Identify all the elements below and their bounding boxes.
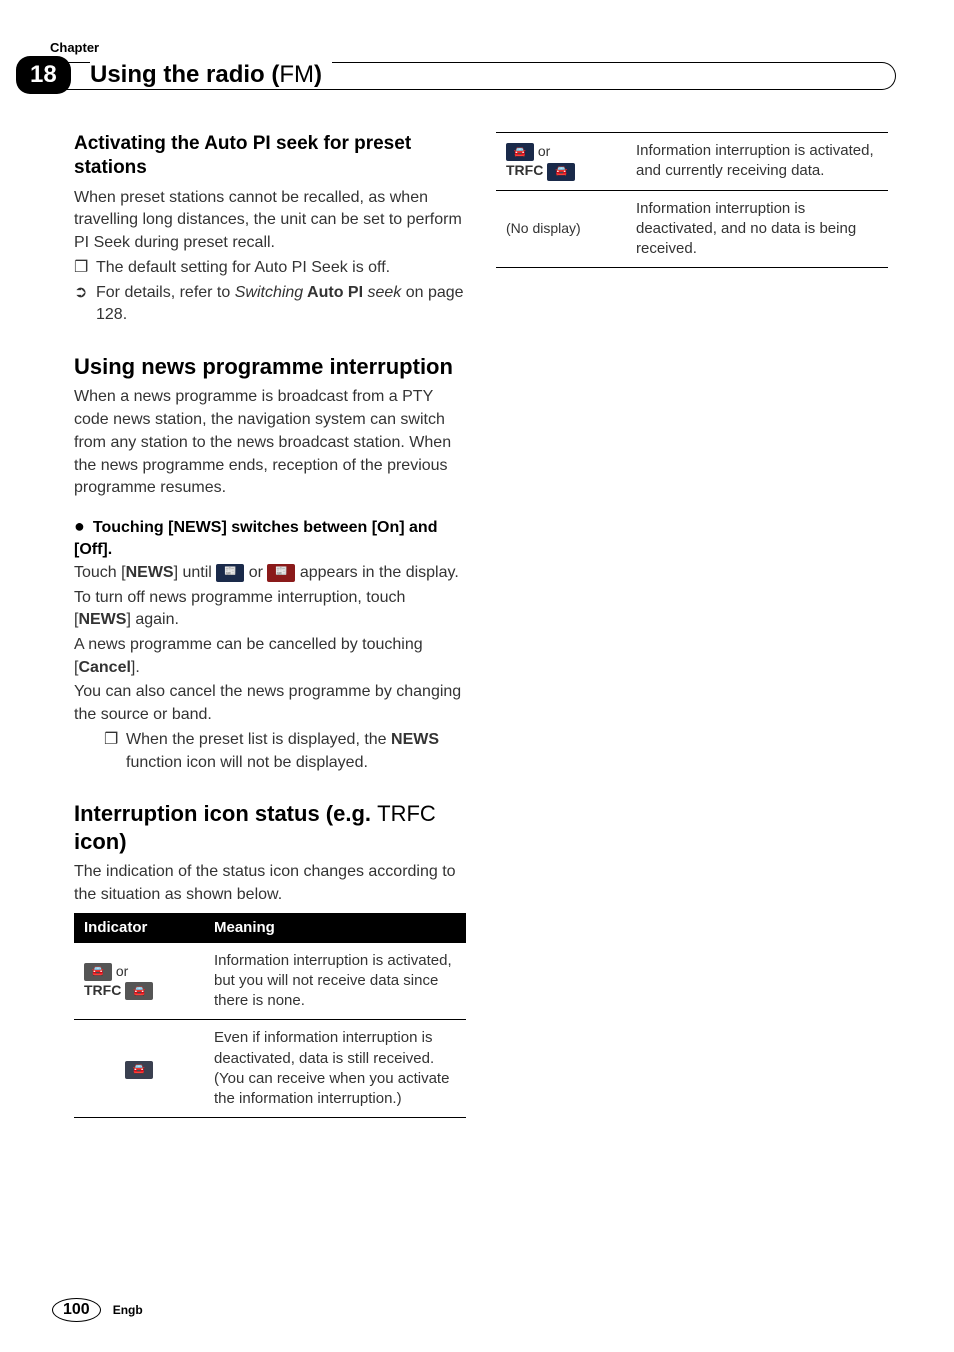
text-fragment: ] again. <box>126 611 178 628</box>
page-footer: 100 Engb <box>52 1298 143 1322</box>
meaning-cell: Even if information interruption is deac… <box>204 1020 466 1118</box>
cancel-news-paragraph: A news programme can be cancelled by tou… <box>74 634 466 679</box>
text-fragment: function icon will not be displayed. <box>126 754 368 771</box>
text-bold: Cancel <box>78 659 130 676</box>
text-fragment: or <box>112 963 128 979</box>
car-grey-icon: 🚘 <box>84 963 112 981</box>
text-fragment: ] until <box>174 564 217 581</box>
text-fragment: For details, refer to <box>96 284 235 301</box>
bullet-dot-icon: ● <box>74 516 85 536</box>
section-heading-interruption-icon: Interruption icon status (e.g. TRFC icon… <box>74 800 466 855</box>
text-fragment: or <box>534 143 550 159</box>
text-fragment: When the preset list is displayed, the <box>126 731 391 748</box>
instruction-heading: ●Touching [NEWS] switches between [On] a… <box>74 514 466 562</box>
turn-off-news-paragraph: To turn off news programme interruption,… <box>74 587 466 632</box>
indicator-cell: 🚘 or TRFC 🚘 <box>74 942 204 1020</box>
status-table-right: 🚘 or TRFC 🚘 Information interruption is … <box>496 132 888 268</box>
text-bold: NEWS <box>126 564 174 581</box>
car-dark-icon: 🚘 <box>125 1061 153 1079</box>
text-bold: Auto PI <box>303 284 367 301</box>
left-column: Activating the Auto PI seek for preset s… <box>74 132 466 1118</box>
text-bold: NEWS <box>78 611 126 628</box>
auto-pi-bullet-2: ➲ For details, refer to Switching Auto P… <box>74 282 466 327</box>
status-table-left: Indicator Meaning 🚘 or TRFC 🚘 Informatio… <box>74 913 466 1119</box>
text-light: TRFC <box>377 801 436 826</box>
car-blue-active-icon: 🚘 <box>506 143 534 161</box>
chapter-title-close: ) <box>314 61 322 88</box>
list-marker-icon: ❐ <box>104 729 126 774</box>
chapter-title-light: FM <box>279 61 314 88</box>
note-text: When the preset list is displayed, the N… <box>126 729 466 774</box>
table-header-row: Indicator Meaning <box>74 913 466 943</box>
pointer-icon: ➲ <box>74 282 96 327</box>
meaning-cell: Information interruption is activated, a… <box>626 133 888 191</box>
note-preset-list: ❐ When the preset list is displayed, the… <box>74 729 466 774</box>
instruction-text: Touching [NEWS] switches between [On] an… <box>74 519 437 558</box>
trfc-label: TRFC <box>84 982 125 998</box>
icon-status-paragraph: The indication of the status icon change… <box>74 861 466 906</box>
chapter-title: Using the radio (FM) <box>90 61 332 89</box>
trfc-label: TRFC <box>506 162 547 178</box>
section-heading-auto-pi: Activating the Auto PI seek for preset s… <box>74 132 466 181</box>
table-header-meaning: Meaning <box>204 913 466 943</box>
text-italic: seek <box>368 284 402 301</box>
table-row: 🚘 or TRFC 🚘 Information interruption is … <box>496 133 888 191</box>
auto-pi-paragraph: When preset stations cannot be recalled,… <box>74 187 466 255</box>
touch-news-paragraph: Touch [NEWS] until 📰 or 📰 appears in the… <box>74 562 466 585</box>
meaning-cell: Information interruption is activated, b… <box>204 942 466 1020</box>
chapter-number-tab: 18 <box>16 56 71 94</box>
news-blue-icon: 📰 <box>216 564 244 582</box>
text-italic: Switching <box>235 284 303 301</box>
cancel-source-paragraph: You can also cancel the news programme b… <box>74 681 466 726</box>
chapter-title-main: Using the radio ( <box>90 61 279 88</box>
table-row: 🚘 or TRFC 🚘 Information interruption is … <box>74 942 466 1020</box>
car-blue-active-icon: 🚘 <box>547 163 575 181</box>
text-fragment: or <box>244 564 267 581</box>
language-code: Engb <box>113 1303 143 1317</box>
car-grey-icon: 🚘 <box>125 982 153 1000</box>
meaning-cell: Information interruption is deactivated,… <box>626 190 888 268</box>
auto-pi-bullet-1: ❐ The default setting for Auto PI Seek i… <box>74 257 466 280</box>
table-header-indicator: Indicator <box>74 913 204 943</box>
text-fragment: appears in the display. <box>295 564 458 581</box>
indicator-cell: (No display) <box>496 190 626 268</box>
section-heading-news-interruption: Using news programme interruption <box>74 353 466 381</box>
bullet-text: For details, refer to Switching Auto PI … <box>96 282 466 327</box>
chapter-label: Chapter <box>50 40 99 55</box>
text-fragment: Touch [ <box>74 564 126 581</box>
text-fragment: icon) <box>74 829 127 854</box>
news-interruption-paragraph: When a news programme is broadcast from … <box>74 386 466 500</box>
list-marker-icon: ❐ <box>74 257 96 280</box>
text-fragment: ]. <box>131 659 140 676</box>
news-red-icon: 📰 <box>267 564 295 582</box>
table-row: 🚘 Even if information interruption is de… <box>74 1020 466 1118</box>
page-number: 100 <box>52 1298 101 1322</box>
bullet-text: The default setting for Auto PI Seek is … <box>96 257 466 280</box>
text-bold: NEWS <box>391 731 439 748</box>
indicator-cell: 🚘 or TRFC 🚘 <box>496 133 626 191</box>
right-column: 🚘 or TRFC 🚘 Information interruption is … <box>496 132 888 1118</box>
indicator-cell: 🚘 <box>74 1020 204 1118</box>
table-row: (No display) Information interruption is… <box>496 190 888 268</box>
text-fragment: Interruption icon status (e.g. <box>74 801 377 826</box>
